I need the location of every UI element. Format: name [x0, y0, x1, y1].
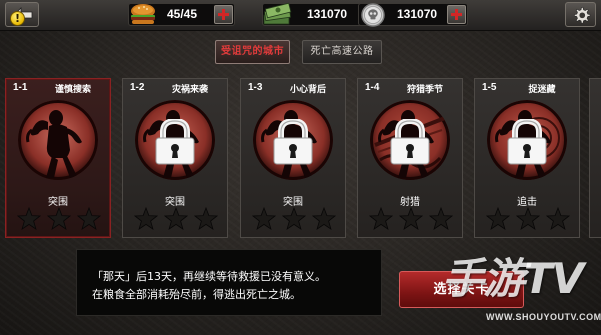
level-card-1-2[interactable]: 1-2 灾祸来袭突围 [122, 78, 228, 238]
star-icon [133, 206, 159, 231]
star-icon [46, 206, 72, 231]
star-icon [515, 206, 541, 231]
star-rating [251, 206, 337, 231]
level-number: 1-1 [13, 82, 28, 93]
energy-counter: 45/45 [128, 3, 235, 26]
card-header: 1-1 谨慎搜索 [6, 79, 110, 96]
star-icon [163, 206, 189, 231]
star-icon [368, 206, 394, 231]
level-number: 1-5 [482, 82, 497, 93]
energy-value: 45/45 [167, 7, 198, 21]
star-icon [251, 206, 277, 231]
level-number: 1-4 [365, 82, 380, 93]
star-icon [398, 206, 424, 231]
watermark-url: WWW.SHOUYOUTV.COM [486, 312, 601, 322]
star-icon [485, 206, 511, 231]
story-line-1: 「那天」后13天，再继续等待救援已没有意义。 [92, 270, 326, 283]
level-portrait [18, 100, 98, 180]
cash-value: 131070 [307, 7, 348, 21]
level-number: 1-3 [248, 82, 263, 93]
star-icon [281, 206, 307, 231]
story-line-2: 在粮食全部消耗殆尽前，得逃出死亡之城。 [92, 288, 301, 301]
level-objective: 突围 [165, 197, 185, 208]
star-icon [311, 206, 337, 231]
level-objective: 突围 [48, 197, 68, 208]
top-bar: ! 45/45 131070 131070 [0, 0, 601, 31]
star-rating [16, 206, 102, 231]
game-screen: ! 45/45 131070 131070 受诅咒的城市 死亡高速公路 1-1 … [0, 0, 601, 335]
level-card-partial[interactable] [589, 78, 601, 238]
watermark: 手游TV WWW.SHOUYOUTV.COM [440, 245, 601, 335]
coin-value: 131070 [397, 7, 438, 21]
star-icon [76, 206, 102, 231]
burger-icon [131, 4, 155, 24]
lock-icon [385, 117, 435, 165]
star-icon [16, 206, 42, 231]
story-panel: 「那天」后13天，再继续等待救援已没有意义。 在粮食全部消耗殆尽前，得逃出死亡之… [76, 249, 382, 316]
level-card-1-5[interactable]: 1-5 捉迷藏追击 [474, 78, 580, 238]
level-name: 捉迷藏 [528, 85, 556, 95]
level-name: 狩猎季节 [406, 85, 443, 95]
gear-icon [574, 7, 591, 24]
level-name: 灾祸来袭 [171, 85, 208, 95]
skull-coin-icon [361, 3, 385, 27]
level-card-1-3[interactable]: 1-3 小心背后突围 [240, 78, 346, 238]
card-header: 1-4 狩猎季节 [358, 79, 462, 96]
level-card-1-4[interactable]: 1-4 狩猎季节射猎 [357, 78, 463, 238]
card-header: 1-2 灾祸来袭 [123, 79, 227, 96]
tab-cursed-city[interactable]: 受诅咒的城市 [215, 40, 290, 64]
star-icon [428, 206, 454, 231]
tab-death-highway[interactable]: 死亡高速公路 [302, 40, 382, 64]
card-header: 1-3 小心背后 [241, 79, 345, 96]
lock-icon [150, 117, 200, 165]
star-icon [545, 206, 571, 231]
level-name: 谨慎搜索 [54, 85, 91, 95]
level-objective: 突围 [283, 197, 303, 208]
level-card-1-1[interactable]: 1-1 谨慎搜索突围 [5, 78, 111, 238]
star-rating [133, 206, 219, 231]
lock-icon [268, 117, 318, 165]
level-objective: 追击 [517, 197, 537, 208]
lock-icon [502, 117, 552, 165]
coin-plus-button[interactable] [447, 5, 466, 24]
energy-plus-button[interactable] [214, 5, 233, 24]
coin-counter: 131070 [358, 3, 468, 27]
alert-badge[interactable]: ! [10, 11, 25, 26]
level-objective: 射猎 [400, 197, 420, 208]
star-icon [193, 206, 219, 231]
watermark-logo: 手游TV [442, 254, 584, 303]
star-rating [485, 206, 571, 231]
level-name: 小心背后 [289, 85, 326, 95]
card-header: 1-5 捉迷藏 [475, 79, 579, 96]
star-rating [368, 206, 454, 231]
settings-button[interactable] [565, 2, 596, 27]
cash-stack-icon [263, 2, 292, 25]
level-number: 1-2 [130, 82, 145, 93]
